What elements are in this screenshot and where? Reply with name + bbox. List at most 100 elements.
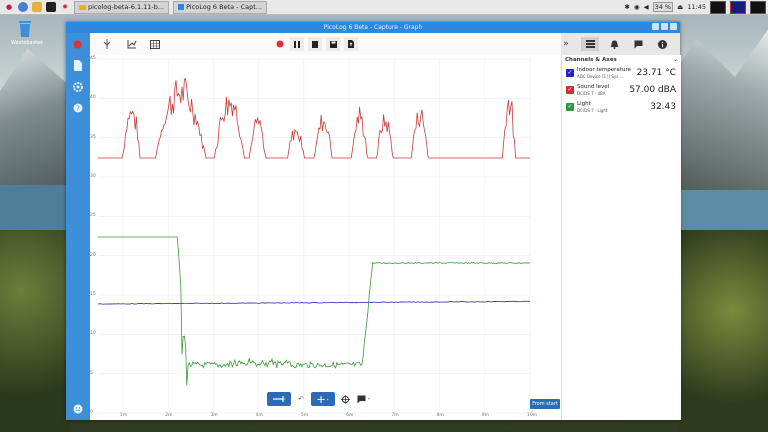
panel-header: Channels & Axes (565, 57, 617, 63)
x-tick-label: 5m (300, 413, 309, 418)
burst-icon[interactable]: ✹ (60, 2, 70, 12)
window-controls (652, 23, 677, 30)
y-tick-label: 15 (90, 292, 96, 297)
workspace-indicator-2[interactable] (750, 0, 766, 14)
task-file-manager[interactable]: picolog-beta-6.1.11-b... (74, 0, 170, 14)
collapse-panel-icon[interactable]: » (559, 37, 573, 51)
folder-icon (79, 4, 86, 10)
browser-icon[interactable] (18, 2, 28, 12)
y-tick-label: 45 (90, 56, 96, 61)
svg-text:?: ? (76, 104, 80, 112)
window-titlebar[interactable]: PicoLog 6 Beta - Capture - Graph (66, 22, 680, 33)
y-tick-label: 20 (90, 252, 96, 258)
terminal-icon[interactable] (46, 2, 56, 12)
cpu-monitor (710, 0, 726, 14)
close-button[interactable] (670, 23, 677, 30)
x-tick-label: 1m (120, 413, 128, 418)
graph-svg[interactable] (90, 55, 561, 420)
stop-icon[interactable] (308, 37, 322, 51)
sound-level-trace (98, 78, 530, 159)
graph-area[interactable]: 45 40 35 30 25 20 15 10 5 0 1m 2m 3m 4m 5m 6m 7m 8m 9m 10m (90, 55, 561, 420)
checkbox-sound[interactable]: ✓ (566, 86, 574, 94)
x-tick-label: 4m (255, 413, 263, 418)
right-panel-tabs: » (561, 33, 680, 56)
y-tick-label: 5 (90, 370, 93, 376)
channel-sound-level[interactable]: ✓ Sound level DC/DS 7 · dBA 57.00 dBA (565, 84, 678, 100)
settings-icon[interactable] (71, 80, 84, 93)
minimize-button[interactable] (652, 23, 659, 30)
workspace-indicator[interactable] (730, 0, 746, 14)
eject-icon[interactable]: ⏏ (677, 3, 683, 11)
record-icon[interactable] (273, 37, 287, 51)
channels-panel: Channels & Axes ⌄ ✓ Indoor temperature A… (561, 55, 681, 420)
crosshair-icon[interactable] (338, 392, 352, 406)
feedback-icon[interactable] (71, 402, 84, 415)
volume-icon[interactable]: ◀ (644, 3, 649, 11)
picolog-icon (178, 4, 185, 10)
trash-label: Wastebasket (11, 40, 43, 46)
pause-icon[interactable] (290, 37, 304, 51)
y-tick-label: 25 (90, 213, 96, 219)
usb-devices-icon[interactable] (100, 37, 114, 51)
y-tick-label: 40 (90, 95, 96, 101)
zoom-axis-button[interactable] (267, 392, 291, 406)
task-label: picolog-beta-6.1.11-b... (88, 3, 165, 11)
x-tick-label: 9m (481, 413, 490, 418)
checkbox-temperature[interactable]: ✓ (566, 69, 574, 77)
pan-tool-button[interactable] (311, 392, 335, 406)
save-icon[interactable] (326, 37, 340, 51)
window-title: PicoLog 6 Beta - Capture - Graph (323, 24, 423, 31)
taskbar: ● ✹ picolog-beta-6.1.11-b... PicoLog 6 B… (0, 0, 768, 15)
temperature-trace (97, 300, 531, 305)
channel-light[interactable]: ✓ Light DC/DS 7 · Light 32.43 (565, 101, 678, 117)
x-tick-label: 2m (165, 413, 173, 418)
channel-value: 57.00 dBA (629, 85, 676, 95)
channel-indoor-temperature[interactable]: ✓ Indoor temperature ADC Device [1] / Sy… (565, 67, 678, 83)
table-view-icon[interactable] (148, 37, 162, 51)
wifi-icon[interactable]: ◉ (634, 3, 640, 11)
raspberry-menu-icon[interactable]: ● (4, 2, 14, 12)
x-tick-label: 10m (527, 413, 538, 418)
graph-tools: ↶ (267, 391, 375, 407)
task-label: PicoLog 6 Beta - Capt... (186, 3, 262, 11)
task-picolog[interactable]: PicoLog 6 Beta - Capt... (173, 0, 267, 14)
volume-level: 34 % (652, 2, 674, 12)
alarms-tab-icon[interactable] (607, 37, 621, 51)
trash-icon[interactable] (14, 18, 36, 38)
forest-right (678, 230, 768, 432)
help-icon[interactable]: ? (71, 101, 84, 114)
graph-grid (98, 58, 531, 414)
y-tick-label: 0 (90, 410, 93, 415)
checkbox-light[interactable]: ✓ (566, 103, 574, 111)
bluetooth-icon[interactable]: ✱ (624, 3, 629, 11)
record-status-icon[interactable] (71, 38, 84, 51)
file-manager-icon[interactable] (32, 2, 42, 12)
x-tick-label: 6m (346, 413, 354, 418)
light-trace (98, 236, 531, 386)
undo-icon[interactable]: ↶ (294, 392, 308, 406)
channel-source: DC/DS 7 · dBA (577, 91, 606, 96)
channel-source: ADC Device [1] / Sys ... (577, 74, 624, 79)
y-tick-label: 30 (90, 174, 96, 179)
channel-value: 32.43 (650, 102, 676, 112)
x-tick-label: 3m (210, 413, 218, 418)
document-icon[interactable] (71, 59, 84, 72)
channels-tab-icon[interactable] (581, 37, 599, 51)
system-tray: ✱ ◉ ◀ 34 % ⏏ 11:45 (624, 0, 768, 14)
graph-view-icon[interactable] (125, 37, 139, 51)
clock: 11:45 (687, 3, 706, 11)
left-sidebar: ? (66, 33, 90, 420)
channel-source: DC/DS 7 · Light (577, 108, 608, 113)
export-icon[interactable] (344, 37, 358, 51)
maximize-button[interactable] (661, 23, 668, 30)
channel-value: 23.71 °C (636, 68, 676, 78)
from-start-button[interactable]: From start (530, 399, 560, 409)
main-toolbar (90, 33, 561, 56)
channel-name: Sound level (577, 84, 610, 90)
channel-name: Light (577, 101, 591, 107)
info-tab-icon[interactable] (655, 37, 669, 51)
add-note-icon[interactable] (355, 392, 375, 406)
y-tick-label: 35 (90, 134, 96, 140)
chevron-down-icon[interactable]: ⌄ (673, 56, 678, 63)
notes-tab-icon[interactable] (631, 37, 645, 51)
